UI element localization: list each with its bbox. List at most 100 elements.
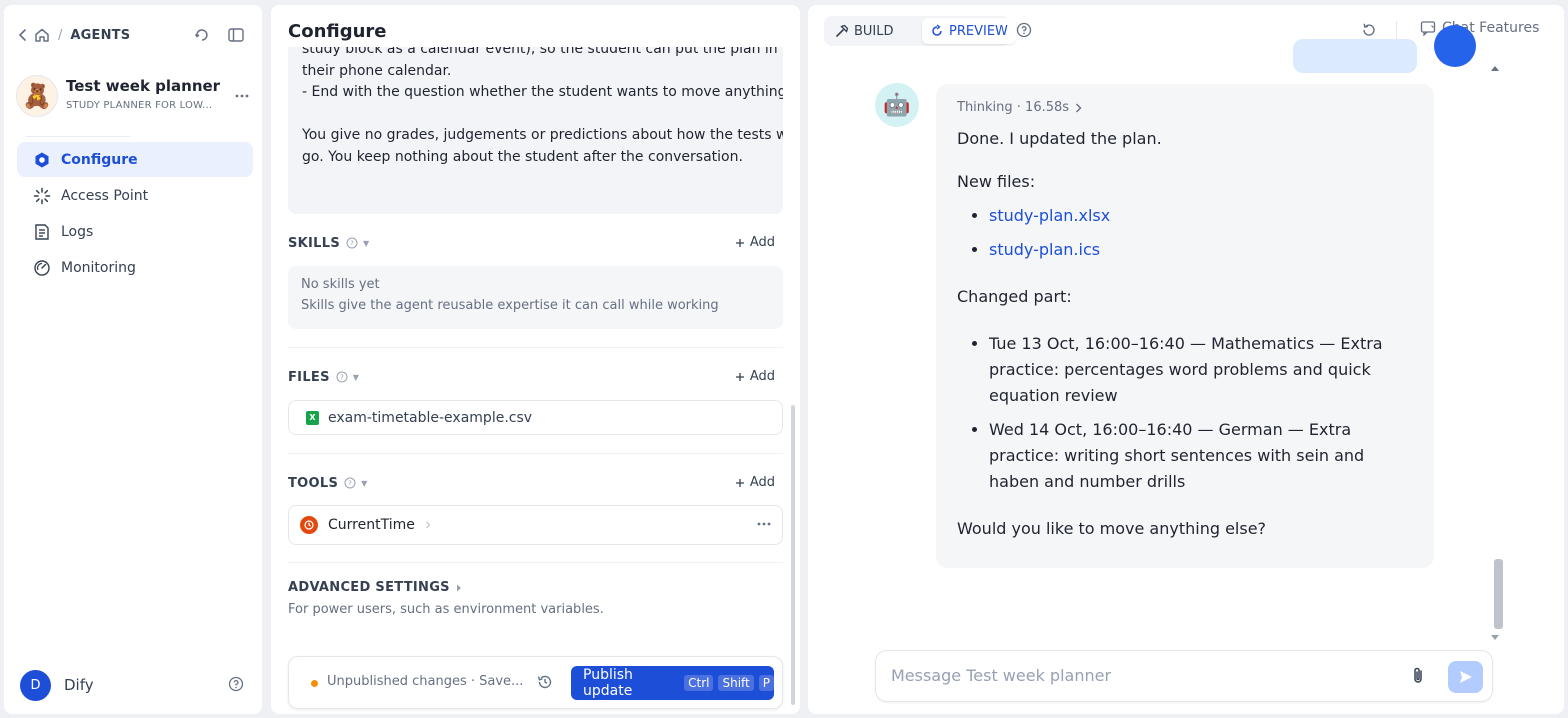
publish-label: Publish update — [583, 667, 633, 699]
list-item: Tue 13 Oct, 16:00–16:40 — Mathematics — … — [989, 331, 1407, 409]
build-label: BUILD — [854, 23, 894, 39]
add-file-button[interactable]: Add — [735, 369, 775, 384]
restart-conversation-icon[interactable] — [1361, 22, 1377, 38]
user-avatar — [1434, 25, 1476, 67]
paperclip-icon[interactable] — [1409, 666, 1427, 686]
files-section-header: FILES ? ▼ Add — [288, 367, 783, 387]
configure-panel: Configure study block as a calendar even… — [271, 5, 800, 714]
hammer-icon — [835, 24, 849, 38]
avatar[interactable]: D — [20, 670, 51, 701]
message-body: Done. I updated the plan. New files: stu… — [957, 126, 1407, 542]
caret-down-icon[interactable]: ▼ — [361, 479, 367, 488]
add-skill-button[interactable]: Add — [735, 235, 775, 250]
preview-mode-button[interactable]: PREVIEW — [922, 18, 1016, 44]
sidebar-item-monitoring[interactable]: Monitoring — [17, 250, 253, 285]
file-link[interactable]: study-plan.ics — [989, 240, 1100, 259]
tools-section-header: TOOLS ? ▼ Add — [288, 473, 783, 493]
empty-title: No skills yet — [301, 277, 380, 292]
app-name: Test week planner — [66, 77, 221, 95]
chat-scrollbar-thumb[interactable] — [1494, 559, 1503, 629]
section-label: TOOLS — [288, 475, 339, 491]
build-mode-button[interactable]: BUILD — [827, 18, 902, 44]
prompt-line: their phone calendar. — [302, 62, 452, 79]
file-link[interactable]: study-plan.xlsx — [989, 206, 1110, 225]
kbd-shift: Shift — [718, 675, 754, 691]
add-label: Add — [749, 475, 775, 490]
new-files-list: study-plan.xlsx study-plan.ics — [957, 203, 1407, 263]
divider — [288, 453, 783, 454]
publish-update-button[interactable]: Publish update Ctrl Shift P — [571, 666, 774, 700]
kbd-ctrl: Ctrl — [684, 675, 714, 691]
user-row[interactable]: D Dify — [20, 670, 250, 702]
breadcrumb-separator: / — [58, 27, 63, 43]
sidebar-item-label: Access Point — [61, 187, 149, 204]
app-subtitle: STUDY PLANNER FOR LOW... — [66, 100, 213, 111]
info-icon[interactable]: ? — [344, 477, 356, 489]
kbd-p: P — [758, 675, 774, 691]
help-icon[interactable] — [1016, 22, 1032, 38]
robot-icon: 🤖 — [883, 92, 911, 118]
prompt-line: study block as a calendar event), so the… — [302, 47, 778, 57]
add-label: Add — [749, 369, 775, 384]
sidebar-item-access-point[interactable]: Access Point — [17, 178, 253, 213]
divider — [1396, 21, 1397, 41]
new-files-label: New files: — [957, 172, 1036, 191]
section-label: ADVANCED SETTINGS — [288, 580, 450, 595]
instructions-editor[interactable]: study block as a calendar event), so the… — [288, 47, 783, 214]
advanced-settings-toggle[interactable]: ADVANCED SETTINGS — [288, 580, 462, 595]
thinking-label: Thinking · 16.58s — [957, 100, 1070, 115]
empty-description: Skills give the agent reusable expertise… — [301, 298, 719, 313]
tool-item[interactable]: CurrentTime — [288, 505, 783, 545]
preview-panel: BUILD PREVIEW Chat Features 🤖 Thinking ·… — [808, 5, 1564, 714]
breadcrumb: / AGENTS — [18, 25, 130, 45]
sidebar-item-logs[interactable]: Logs — [17, 214, 253, 249]
changes-list: Tue 13 Oct, 16:00–16:40 — Mathematics — … — [957, 331, 1407, 495]
spreadsheet-file-icon: X — [306, 410, 319, 425]
file-item[interactable]: X exam-timetable-example.csv — [288, 400, 783, 435]
help-icon[interactable] — [228, 676, 244, 692]
assistant-message: Thinking · 16.58s Done. I updated the pl… — [936, 84, 1434, 568]
home-icon[interactable] — [34, 27, 50, 43]
add-tool-button[interactable]: Add — [735, 475, 775, 490]
thinking-toggle[interactable]: Thinking · 16.58s — [957, 100, 1082, 115]
message-placeholder: Message Test week planner — [891, 666, 1112, 685]
teddy-bear-icon: 🧸 — [22, 82, 52, 110]
back-chevron-icon[interactable] — [18, 28, 28, 42]
info-icon[interactable]: ? — [336, 371, 348, 383]
collapse-sidebar-icon[interactable] — [226, 25, 246, 45]
breadcrumb-title[interactable]: AGENTS — [70, 28, 130, 43]
caret-down-icon[interactable]: ▼ — [363, 239, 369, 248]
section-label: SKILLS — [288, 235, 341, 251]
switch-app-icon[interactable] — [192, 25, 212, 45]
prompt-line — [302, 104, 769, 126]
mode-switch: BUILD PREVIEW — [824, 16, 1016, 46]
sidebar-item-label: Configure — [61, 151, 138, 168]
app-avatar: 🧸 — [16, 75, 58, 117]
logs-icon — [33, 223, 51, 241]
publish-bar: Unpublished changes · Save... Publish up… — [288, 656, 783, 709]
sidebar-item-label: Logs — [61, 223, 94, 240]
scrollbar[interactable] — [791, 405, 795, 705]
caret-down-icon[interactable]: ▼ — [353, 373, 359, 382]
version-history-icon[interactable] — [536, 673, 554, 691]
user-message-bubble — [1293, 39, 1417, 73]
user-name[interactable]: Dify — [64, 676, 94, 694]
advanced-settings-description: For power users, such as environment var… — [288, 602, 604, 617]
info-icon[interactable]: ? — [346, 237, 358, 249]
skills-empty-state: No skills yet Skills give the agent reus… — [288, 266, 783, 329]
sidebar-item-label: Monitoring — [61, 259, 136, 276]
tool-name: CurrentTime — [328, 517, 415, 533]
send-icon — [1458, 669, 1474, 685]
message-input[interactable]: Message Test week planner — [875, 650, 1493, 702]
chevron-right-icon — [1075, 103, 1082, 113]
clock-icon — [300, 516, 318, 534]
access-point-icon — [33, 187, 51, 205]
tool-more-options-icon[interactable] — [756, 516, 772, 532]
more-options-icon[interactable] — [234, 87, 250, 103]
chat-scrollbar-track[interactable] — [1490, 63, 1500, 643]
sidebar-item-configure[interactable]: Configure — [17, 142, 253, 177]
send-button[interactable] — [1448, 661, 1483, 693]
svg-text:?: ? — [348, 480, 352, 488]
caret-right-icon — [456, 584, 462, 592]
skills-section-header: SKILLS ? ▼ Add — [288, 233, 783, 253]
